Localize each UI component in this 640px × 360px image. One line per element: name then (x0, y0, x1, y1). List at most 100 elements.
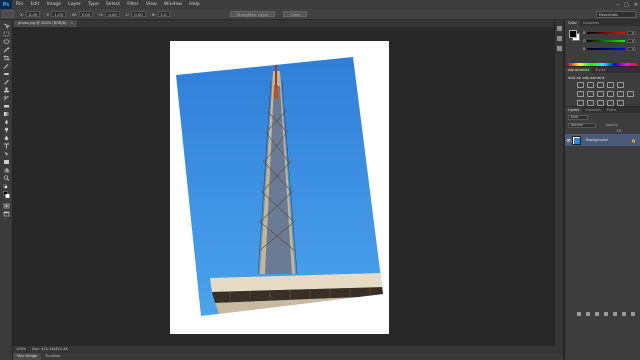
document-tab[interactable]: photo.jpg @ 200% (RGB/8) × (14, 20, 79, 27)
quick-selection-tool-icon[interactable] (3, 47, 10, 53)
menu-window[interactable]: Window (160, 2, 185, 7)
character-panel-icon[interactable] (557, 46, 562, 51)
lasso-tool-icon[interactable] (3, 39, 10, 45)
photo-filter-icon[interactable] (607, 91, 614, 97)
photoshop-logo: Ps (0, 0, 12, 9)
close-tab-icon[interactable]: × (70, 21, 73, 25)
option-y-value[interactable]: 1.00 (51, 11, 66, 17)
black-white-icon[interactable] (597, 91, 604, 97)
red-slider[interactable]: R 0 (583, 31, 639, 35)
option-y: Y: 1.00 (46, 11, 66, 17)
eraser-tool-icon[interactable] (3, 103, 10, 109)
eyedropper-tool-icon[interactable] (3, 63, 10, 69)
move-tool-icon[interactable] (3, 23, 10, 29)
quick-mask-icon[interactable] (3, 203, 10, 209)
green-slider[interactable]: G 0 (583, 39, 639, 43)
visibility-eye-icon[interactable]: 👁 (565, 138, 572, 143)
blue-track[interactable] (587, 48, 625, 50)
tab-paths[interactable]: Paths (604, 107, 619, 113)
red-value[interactable]: 0 (627, 31, 636, 35)
vibrance-icon[interactable] (617, 82, 624, 88)
healing-brush-tool-icon[interactable] (3, 71, 10, 77)
clone-stamp-tool-icon[interactable] (3, 87, 10, 93)
layer-kind-filter[interactable]: Kind (568, 115, 588, 120)
menu-image[interactable]: Image (43, 2, 65, 7)
brightness-contrast-icon[interactable] (577, 82, 584, 88)
menu-type[interactable]: Type (85, 2, 103, 7)
menu-help[interactable]: Help (186, 2, 204, 7)
foreground-color-swatch[interactable] (569, 30, 577, 38)
tool-preset-picker[interactable] (2, 10, 14, 18)
option-r-value[interactable]: 1.0 (157, 11, 170, 17)
curves-icon[interactable] (597, 82, 604, 88)
history-panel-icon[interactable] (557, 26, 562, 31)
marquee-tool-icon[interactable] (3, 31, 10, 37)
menu-select[interactable]: Select (102, 2, 123, 7)
option-h-value[interactable]: 0.00 (105, 11, 120, 17)
menu-layer[interactable]: Layer (65, 2, 85, 7)
channel-mixer-icon[interactable] (617, 91, 624, 97)
option-x-value[interactable]: 0.00 (25, 11, 41, 17)
delete-layer-icon[interactable] (631, 312, 635, 316)
tab-adjustments[interactable]: Adjustments (565, 67, 593, 73)
zoom-level[interactable]: 100% (13, 346, 27, 353)
screen-mode-icon[interactable] (3, 211, 10, 217)
history-brush-tool-icon[interactable] (3, 95, 10, 101)
layer-style-icon[interactable] (586, 312, 590, 316)
new-adjustment-layer-icon[interactable] (604, 312, 608, 316)
option-y-label: Y: (46, 11, 50, 17)
document-canvas[interactable] (170, 41, 389, 334)
green-track[interactable] (587, 40, 625, 42)
menu-bar: Ps File Edit Image Layer Type Select Fil… (0, 0, 640, 9)
link-layers-icon[interactable] (577, 312, 581, 316)
canvas-area[interactable] (13, 27, 563, 346)
menu-view[interactable]: View (142, 2, 160, 7)
blue-slider[interactable]: B 0 (583, 47, 639, 51)
menu-filter[interactable]: Filter (124, 2, 143, 7)
straighten-layer-button[interactable]: Straighten Layer (229, 11, 276, 17)
color-balance-icon[interactable] (587, 91, 594, 97)
green-value[interactable]: 0 (627, 39, 636, 43)
blue-value[interactable]: 0 (627, 47, 636, 51)
layer-name[interactable]: Background (586, 138, 608, 142)
levels-icon[interactable] (587, 82, 594, 88)
tab-timeline[interactable]: Timeline (41, 353, 64, 360)
exposure-icon[interactable] (607, 82, 614, 88)
zoom-tool-icon[interactable] (3, 175, 10, 181)
option-w-value[interactable]: 0.00 (78, 11, 94, 17)
blur-tool-icon[interactable] (3, 119, 10, 125)
tab-styles[interactable]: Styles (592, 67, 608, 73)
path-selection-tool-icon[interactable] (3, 151, 10, 157)
rectangle-tool-icon[interactable] (3, 159, 10, 165)
tab-layers[interactable]: Layers (565, 107, 583, 113)
new-group-icon[interactable] (613, 312, 617, 316)
pen-tool-icon[interactable] (3, 135, 10, 141)
menu-file[interactable]: File (12, 2, 27, 7)
option-l-value[interactable]: 0.00 (131, 11, 146, 17)
minimize-icon[interactable]: – (617, 2, 620, 8)
foreground-background-swatch[interactable] (3, 191, 10, 200)
menu-edit[interactable]: Edit (27, 2, 43, 7)
clear-button[interactable]: Clear (283, 11, 308, 17)
new-layer-icon[interactable] (622, 312, 626, 316)
properties-panel-icon[interactable] (557, 36, 562, 41)
right-panels: Color Swatches R 0 G 0 B 0 Adjustments S… (564, 20, 640, 360)
dodge-tool-icon[interactable] (3, 127, 10, 133)
close-icon[interactable]: ✕ (634, 2, 638, 8)
crop-tool-icon[interactable] (3, 55, 10, 61)
tab-mini-bridge[interactable]: Mini Bridge (13, 353, 42, 360)
type-tool-icon[interactable] (3, 143, 10, 149)
hand-tool-icon[interactable] (3, 167, 10, 173)
default-colors-icon[interactable] (3, 184, 10, 190)
red-track[interactable] (587, 32, 625, 34)
color-lookup-icon[interactable] (627, 91, 634, 97)
tab-channels[interactable]: Channels (582, 107, 604, 113)
maximize-icon[interactable]: □ (624, 2, 629, 8)
layer-row-background[interactable]: 👁 Background 🔒 (565, 134, 640, 146)
blend-mode-select[interactable]: Normal (568, 123, 596, 128)
brush-tool-icon[interactable] (3, 79, 10, 85)
hue-saturation-icon[interactable] (577, 91, 584, 97)
gradient-tool-icon[interactable] (3, 111, 10, 117)
add-mask-icon[interactable] (595, 312, 599, 316)
workspace-select[interactable]: Essentials (596, 10, 636, 18)
